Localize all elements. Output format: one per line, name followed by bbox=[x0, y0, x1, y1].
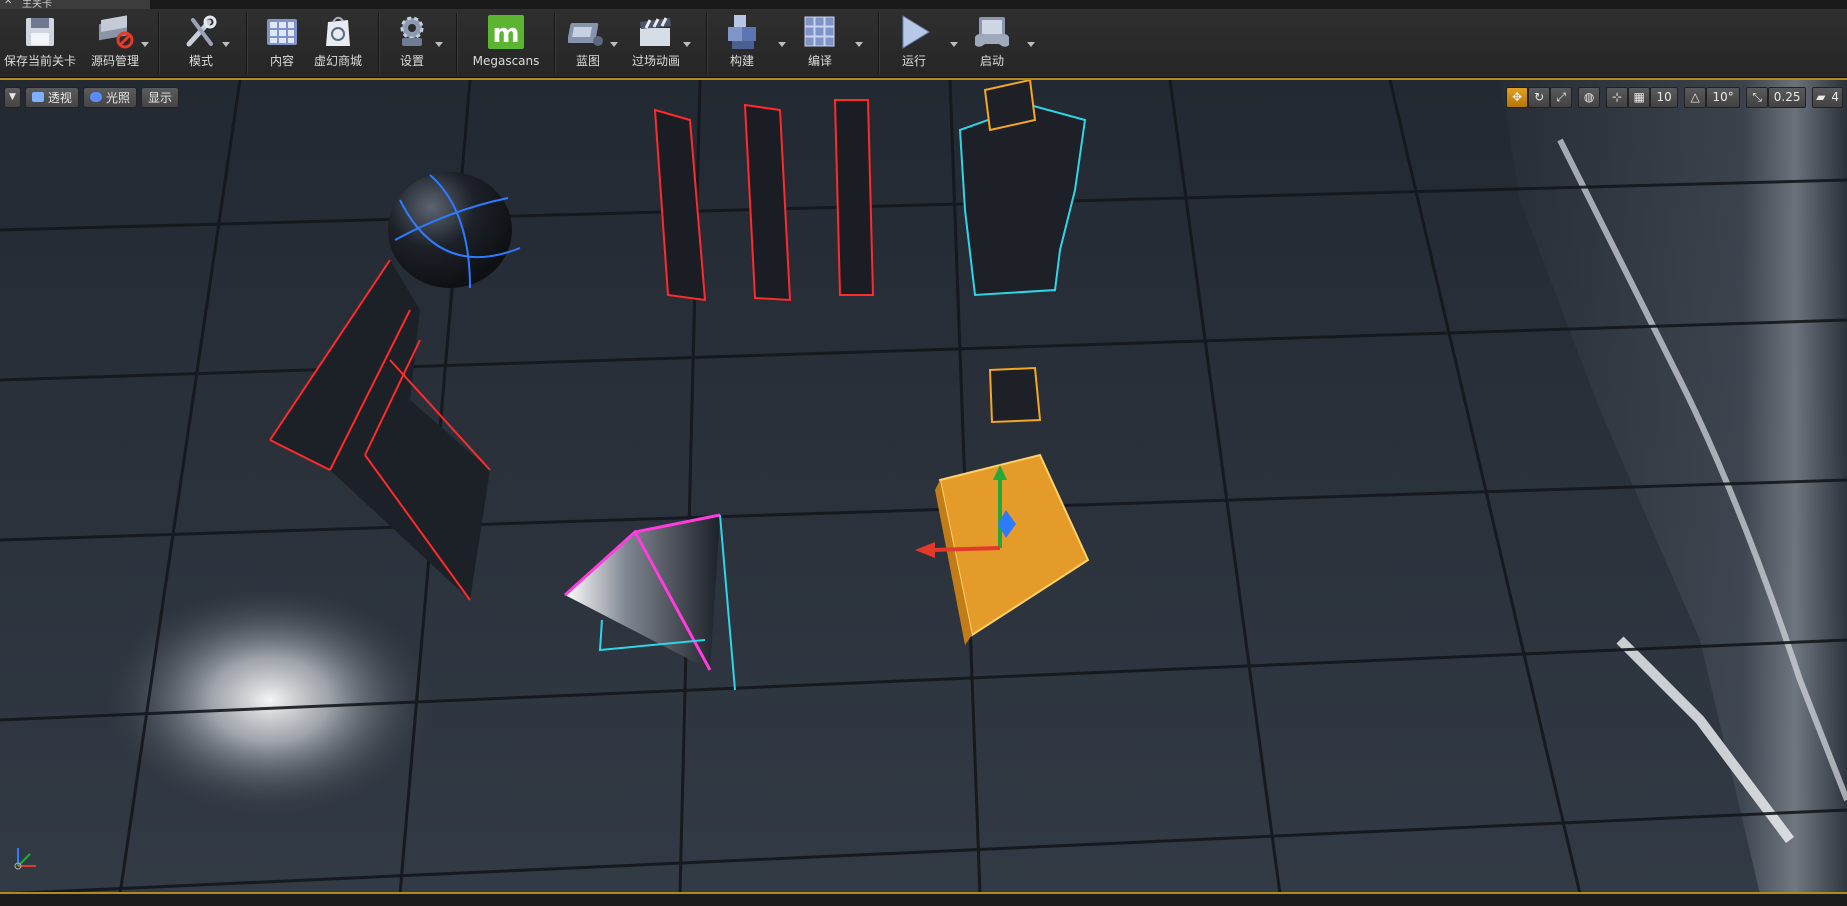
perspective-button[interactable]: 透视 bbox=[24, 86, 79, 108]
settings-dropdown[interactable] bbox=[435, 42, 443, 47]
scale-snap-icon: ⤡ bbox=[1752, 89, 1762, 104]
rotate-mode-button[interactable]: ↻ bbox=[1528, 86, 1551, 108]
blueprints-dropdown[interactable] bbox=[610, 42, 618, 47]
svg-text:m: m bbox=[492, 19, 519, 49]
surface-snapping-button[interactable]: ⊹ bbox=[1606, 86, 1629, 108]
show-button[interactable]: 显示 bbox=[140, 86, 179, 108]
camera-speed-value: 4 bbox=[1831, 90, 1839, 104]
toolbar-separator bbox=[378, 13, 379, 73]
toolbar-separator bbox=[878, 13, 879, 73]
build-dropdown[interactable] bbox=[778, 42, 786, 47]
modes-tools-icon bbox=[177, 11, 225, 53]
megascans-icon: m bbox=[482, 11, 530, 53]
cinematics-dropdown[interactable] bbox=[683, 42, 691, 47]
scale-snap-toggle[interactable]: ⤡ bbox=[1746, 86, 1769, 108]
axis-gizmo-icon bbox=[14, 848, 36, 870]
main-toolbar: 保存当前关卡 源码管理 模式 内容 虚幻商城 设置 m Megascans 蓝图… bbox=[0, 9, 1847, 78]
perspective-label: 透视 bbox=[47, 90, 72, 105]
lit-label: 光照 bbox=[105, 90, 130, 105]
title-bar: ✕ 主关卡 bbox=[0, 0, 1847, 10]
close-icon[interactable]: ✕ bbox=[4, 0, 12, 7]
cinematics-button[interactable]: 过场动画 bbox=[626, 11, 686, 73]
settings-button[interactable]: 设置 bbox=[386, 11, 438, 73]
viewport-transform-bar: ✥ ↻ ⤢ ◍ ⊹ ▦ 10 △ 10° ⤡ 0.25 ▰ 4 bbox=[1506, 86, 1843, 108]
rotation-snap-value[interactable]: 10° bbox=[1706, 86, 1741, 108]
play-button[interactable]: 运行 bbox=[890, 11, 938, 73]
blueprints-icon bbox=[564, 11, 612, 53]
source-control-icon bbox=[91, 11, 139, 53]
launch-gamepad-icon bbox=[968, 11, 1016, 53]
red-pillars[interactable] bbox=[653, 99, 875, 302]
toolbar-separator bbox=[246, 13, 247, 73]
translate-mode-button[interactable]: ✥ bbox=[1506, 86, 1529, 108]
scale-snap-value[interactable]: 0.25 bbox=[1768, 86, 1807, 108]
play-dropdown[interactable] bbox=[950, 42, 958, 47]
save-current-level-button[interactable]: 保存当前关卡 bbox=[2, 11, 78, 73]
surface-snap-icon: ⊹ bbox=[1612, 90, 1623, 104]
source-control-button[interactable]: 源码管理 bbox=[82, 11, 148, 73]
modes-dropdown[interactable] bbox=[222, 42, 230, 47]
toolbar-separator bbox=[456, 13, 457, 73]
grid-snap-value[interactable]: 10 bbox=[1650, 86, 1679, 108]
scene-render[interactable] bbox=[0, 80, 1847, 894]
launch-dropdown[interactable] bbox=[1027, 42, 1035, 47]
show-label: 显示 bbox=[147, 90, 172, 105]
content-browser-icon bbox=[258, 11, 306, 53]
play-icon bbox=[890, 11, 938, 53]
rotate-icon: ↻ bbox=[1534, 90, 1545, 104]
compile-cube-icon bbox=[796, 11, 844, 53]
marketplace-bag-icon bbox=[314, 11, 362, 53]
perspective-icon bbox=[31, 92, 44, 102]
save-icon bbox=[16, 11, 64, 53]
grid-icon: ▦ bbox=[1633, 90, 1645, 104]
clapperboard-icon bbox=[632, 11, 680, 53]
gear-icon bbox=[388, 11, 436, 53]
megascans-button[interactable]: m Megascans bbox=[468, 11, 544, 73]
grid-snap-toggle[interactable]: ▦ bbox=[1628, 86, 1651, 108]
compile-button[interactable]: 编译 bbox=[796, 11, 844, 73]
globe-icon: ◍ bbox=[1583, 90, 1595, 104]
coordinate-system-button[interactable]: ◍ bbox=[1578, 86, 1601, 108]
launch-button[interactable]: 启动 bbox=[966, 11, 1018, 73]
camera-speed-button[interactable]: ▰ 4 bbox=[1812, 86, 1843, 108]
lit-sphere-icon bbox=[89, 92, 102, 102]
blueprints-button[interactable]: 蓝图 bbox=[564, 11, 612, 73]
viewport-options-bar: ▼ 透视 光照 显示 bbox=[4, 86, 183, 108]
lit-mode-button[interactable]: 光照 bbox=[82, 86, 137, 108]
build-button[interactable]: 构建 bbox=[718, 11, 766, 73]
build-blocks-icon bbox=[718, 11, 766, 53]
scale-icon: ⤢ bbox=[1556, 89, 1566, 104]
compile-dropdown[interactable] bbox=[855, 42, 863, 47]
rotation-snap-toggle[interactable]: △ bbox=[1684, 86, 1707, 108]
toolbar-separator bbox=[706, 13, 707, 73]
level-viewport[interactable]: ▼ 透视 光照 显示 ✥ ↻ ⤢ ◍ ⊹ ▦ 10 △ 10° ⤡ 0.25 ▰… bbox=[0, 78, 1847, 894]
move-arrows-icon: ✥ bbox=[1512, 90, 1523, 104]
marketplace-button[interactable]: 虚幻商城 bbox=[310, 11, 366, 73]
toolbar-separator bbox=[554, 13, 555, 73]
chevron-down-icon: ▼ bbox=[9, 92, 16, 102]
scale-mode-button[interactable]: ⤢ bbox=[1550, 86, 1573, 108]
toolbar-separator bbox=[158, 13, 159, 73]
level-tab[interactable]: ✕ 主关卡 bbox=[0, 0, 150, 10]
camera-icon: ▰ bbox=[1816, 90, 1826, 104]
content-button[interactable]: 内容 bbox=[256, 11, 308, 73]
viewport-options-dropdown[interactable]: ▼ bbox=[4, 86, 21, 108]
source-control-dropdown[interactable] bbox=[141, 42, 149, 47]
angle-icon: △ bbox=[1690, 90, 1700, 104]
